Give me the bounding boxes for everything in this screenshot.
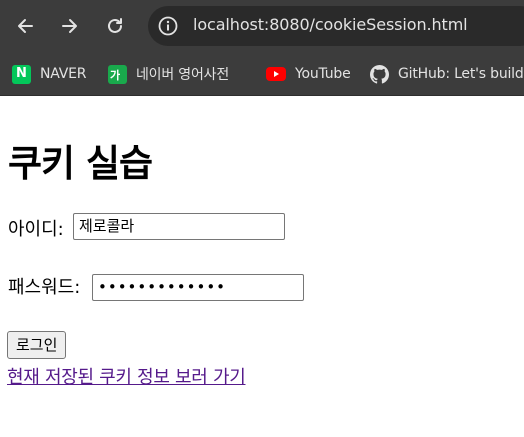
page-content: 쿠키 실습 아이디: 제로콜라 패스워드: ••••••••••••• 로그인 …	[0, 97, 524, 437]
page-title: 쿠키 실습	[8, 142, 153, 185]
bookmark-label: NAVER	[40, 66, 87, 82]
reload-button[interactable]	[101, 12, 129, 40]
view-cookie-link[interactable]: 현재 저장된 쿠키 정보 보러 가기	[7, 363, 246, 389]
back-button[interactable]	[12, 12, 40, 40]
url-text[interactable]: localhost:8080/cookieSession.html	[193, 15, 468, 34]
arrow-right-icon	[62, 19, 77, 33]
github-icon	[370, 64, 389, 84]
naver-icon: N	[12, 64, 31, 84]
bookmark-label: GitHub: Let's build	[398, 66, 524, 82]
id-label: 아이디:	[8, 219, 64, 240]
bookmark-naver[interactable]: N NAVER	[12, 63, 87, 85]
arrow-left-icon	[18, 19, 33, 33]
password-input[interactable]: •••••••••••••	[92, 274, 304, 301]
reload-icon	[108, 18, 122, 33]
bookmark-github[interactable]: GitHub: Let's build	[370, 63, 524, 85]
address-bar[interactable]: localhost:8080/cookieSession.html	[148, 6, 524, 46]
bookmark-naver-dict[interactable]: 가 네이버 영어사전	[108, 63, 229, 85]
naver-icon-letter: N	[16, 65, 27, 81]
id-input[interactable]: 제로콜라	[73, 213, 285, 240]
bookmarks-bar: N NAVER 가 네이버 영어사전 YouTube GitHub: Let's…	[0, 52, 524, 96]
bookmark-youtube[interactable]: YouTube	[266, 63, 351, 85]
naver-dict-icon: 가	[108, 64, 127, 84]
forward-button[interactable]	[55, 12, 83, 40]
naver-dict-icon-letter: 가	[110, 68, 121, 82]
bookmark-label: YouTube	[295, 66, 351, 82]
bookmark-label: 네이버 영어사전	[136, 67, 230, 83]
login-button[interactable]: 로그인	[7, 331, 67, 359]
youtube-icon	[266, 67, 286, 81]
browser-toolbar: localhost:8080/cookieSession.html	[0, 0, 524, 52]
site-info-icon[interactable]	[157, 15, 179, 37]
password-label: 패스워드:	[8, 277, 81, 298]
